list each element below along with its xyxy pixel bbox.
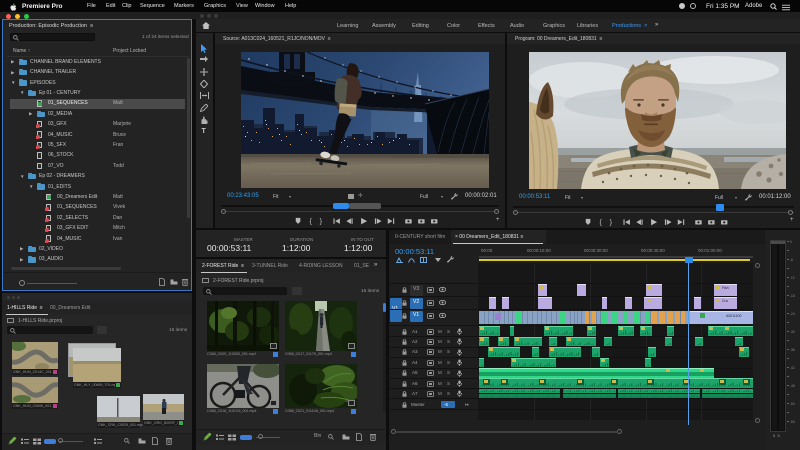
svg-text:}: } — [610, 218, 613, 226]
svg-text:}: } — [320, 217, 323, 225]
svg-text:{: { — [600, 218, 603, 226]
svg-text:{: { — [310, 217, 313, 225]
